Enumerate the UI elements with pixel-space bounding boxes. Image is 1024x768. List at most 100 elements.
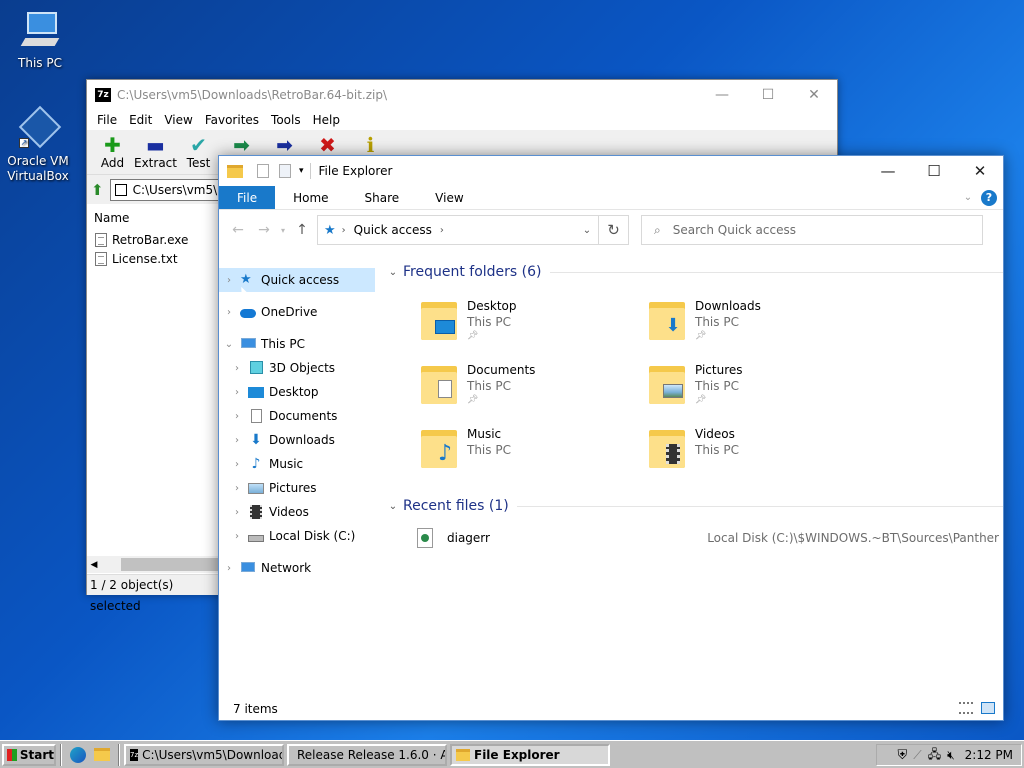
file-explorer-quicklaunch-icon[interactable] xyxy=(94,748,110,761)
folder-tile-pictures[interactable]: Pictures This PC 📌︎ xyxy=(649,362,877,420)
nav-item-pictures[interactable]: › Pictures xyxy=(219,476,379,500)
zip-address-input[interactable]: C:\Users\vm5\ xyxy=(109,178,220,201)
refresh-icon[interactable]: ↻ xyxy=(599,215,629,245)
expand-ribbon-icon[interactable]: ⌄ xyxy=(957,186,979,209)
nav-item-downloads[interactable]: › ⬇ Downloads xyxy=(219,428,379,452)
zip-titlebar[interactable]: 7z C:\Users\vm5\Downloads\RetroBar.64-bi… xyxy=(87,80,837,110)
nav-item-videos[interactable]: › Videos xyxy=(219,500,379,524)
menu-favorites[interactable]: Favorites xyxy=(199,113,265,127)
address-bar[interactable]: ★ › Quick access › ⌄ xyxy=(317,215,599,245)
chevron-right-icon[interactable]: › xyxy=(231,387,243,398)
minimize-button[interactable]: — xyxy=(865,156,911,186)
column-header-name[interactable]: Name xyxy=(87,206,219,230)
minimize-button[interactable]: — xyxy=(699,80,745,110)
properties-icon[interactable] xyxy=(257,164,269,178)
pin-icon[interactable]: 📌︎ xyxy=(695,330,761,342)
nav-item-music[interactable]: › ♪ Music xyxy=(219,452,379,476)
menu-help[interactable]: Help xyxy=(307,113,346,127)
recent-locations-icon[interactable]: ▾ xyxy=(277,226,289,235)
folder-tile-downloads[interactable]: ⬇ Downloads This PC 📌︎ xyxy=(649,298,877,356)
desktop-icon-virtualbox[interactable]: ↗ Oracle VM VirtualBox xyxy=(0,105,76,184)
up-arrow-icon[interactable]: ↑ xyxy=(289,222,315,238)
clock[interactable]: 2:12 PM xyxy=(965,748,1013,762)
menu-edit[interactable]: Edit xyxy=(123,113,158,127)
new-folder-icon[interactable] xyxy=(279,164,291,178)
folder-tile-desktop[interactable]: Desktop This PC 📌︎ xyxy=(421,298,649,356)
close-button[interactable]: ✕ xyxy=(957,156,1003,186)
chevron-right-icon[interactable]: › xyxy=(231,411,243,422)
horizontal-scrollbar[interactable]: ◀ xyxy=(87,556,219,573)
nav-item-this-pc[interactable]: ⌄ This PC xyxy=(219,332,379,356)
chevron-right-icon[interactable]: › xyxy=(231,507,243,518)
recent-files-header[interactable]: ⌄ Recent files (1) xyxy=(385,494,1003,518)
chevron-right-icon[interactable]: › xyxy=(231,435,243,446)
edge-browser-icon[interactable] xyxy=(70,746,86,763)
nav-item-local-disk[interactable]: › Local Disk (C:) xyxy=(219,524,379,548)
test-button[interactable]: ✔ Test xyxy=(177,130,220,174)
chevron-down-icon[interactable]: ⌄ xyxy=(385,267,401,278)
film-icon xyxy=(248,505,264,519)
chevron-down-icon[interactable]: ⌄ xyxy=(223,339,235,350)
chevron-right-icon: › xyxy=(439,224,444,236)
nav-item-documents[interactable]: › Documents xyxy=(219,404,379,428)
chevron-right-icon[interactable]: › xyxy=(223,307,235,318)
close-button[interactable]: ✕ xyxy=(791,80,837,110)
nav-item-network[interactable]: › Network xyxy=(219,556,379,580)
scrollbar-thumb[interactable] xyxy=(121,558,219,571)
task-button-7zip[interactable]: 7z C:\Users\vm5\Downloads... xyxy=(124,743,284,766)
chevron-right-icon[interactable]: › xyxy=(231,483,243,494)
taskbar-separator xyxy=(118,743,120,766)
recent-file-row[interactable]: diagerr Local Disk (C:)\$WINDOWS.~BT\Sou… xyxy=(385,522,1003,554)
back-arrow-icon[interactable]: ← xyxy=(225,222,251,238)
help-icon[interactable]: ? xyxy=(981,190,997,206)
start-button[interactable]: Start xyxy=(2,743,56,766)
maximize-button[interactable]: ☐ xyxy=(745,80,791,110)
tab-share[interactable]: Share xyxy=(347,186,418,209)
maximize-button[interactable]: ☐ xyxy=(911,156,957,186)
folder-tile-videos[interactable]: Videos This PC xyxy=(649,426,877,484)
scroll-left-icon[interactable]: ◀ xyxy=(87,560,101,570)
folder-up-icon[interactable]: ⬆ xyxy=(91,181,104,199)
shield-icon[interactable]: ⛨ xyxy=(898,748,908,763)
chevron-right-icon[interactable]: › xyxy=(223,275,235,286)
search-input[interactable]: ⌕ Search Quick access xyxy=(641,215,983,245)
chevron-right-icon[interactable]: › xyxy=(231,363,243,374)
nav-item-3d-objects[interactable]: › 3D Objects xyxy=(219,356,379,380)
folder-tile-documents[interactable]: Documents This PC 📌︎ xyxy=(421,362,649,420)
nav-item-desktop[interactable]: › Desktop xyxy=(219,380,379,404)
volume-muted-icon[interactable]: 🔇︎ xyxy=(947,748,955,763)
chevron-right-icon[interactable]: › xyxy=(231,459,243,470)
pin-icon[interactable]: 📌︎ xyxy=(695,394,743,406)
chevron-right-icon[interactable]: › xyxy=(223,563,235,574)
large-icons-view-icon[interactable] xyxy=(981,702,995,714)
file-explorer-window[interactable]: ▾ File Explorer — ☐ ✕ File Home Share Vi… xyxy=(218,155,1004,721)
task-button-browser[interactable]: Release Release 1.6.0 · A... xyxy=(287,743,447,766)
folder-tile-music[interactable]: ♪ Music This PC xyxy=(421,426,649,484)
chevron-down-icon[interactable]: ⌄ xyxy=(385,501,401,512)
tab-file[interactable]: File xyxy=(219,186,276,209)
list-item[interactable]: RetroBar.exe xyxy=(87,230,219,249)
add-button[interactable]: ✚ Add xyxy=(91,130,134,174)
network-icon[interactable]: 🖧︎ xyxy=(928,745,941,766)
address-dropdown-icon[interactable]: ⌄ xyxy=(576,225,598,236)
menu-tools[interactable]: Tools xyxy=(265,113,307,127)
quick-access-toolbar-dropdown-icon[interactable]: ▾ xyxy=(299,166,304,176)
chevron-right-icon[interactable]: › xyxy=(231,531,243,542)
explorer-titlebar[interactable]: ▾ File Explorer — ☐ ✕ xyxy=(219,156,1003,186)
extract-button[interactable]: ▬ Extract xyxy=(134,130,177,174)
pin-icon[interactable]: 📌︎ xyxy=(467,330,517,342)
details-view-icon[interactable] xyxy=(959,702,973,714)
file-icon xyxy=(95,232,107,247)
pin-icon[interactable]: 📌︎ xyxy=(467,394,535,406)
menu-view[interactable]: View xyxy=(158,113,198,127)
menu-file[interactable]: File xyxy=(91,113,123,127)
forward-arrow-icon[interactable]: → xyxy=(251,222,277,238)
zip-file-list[interactable]: Name RetroBar.exe License.txt xyxy=(87,206,219,556)
tab-home[interactable]: Home xyxy=(275,186,346,209)
task-button-file-explorer[interactable]: File Explorer xyxy=(450,743,610,766)
list-item[interactable]: License.txt xyxy=(87,249,219,268)
tab-view[interactable]: View xyxy=(417,186,481,209)
desktop-icon-this-pc[interactable]: This PC xyxy=(2,10,78,71)
frequent-folders-header[interactable]: ⌄ Frequent folders (6) xyxy=(385,260,1003,284)
network-disconnected-icon[interactable]: ⟋ xyxy=(913,748,921,763)
